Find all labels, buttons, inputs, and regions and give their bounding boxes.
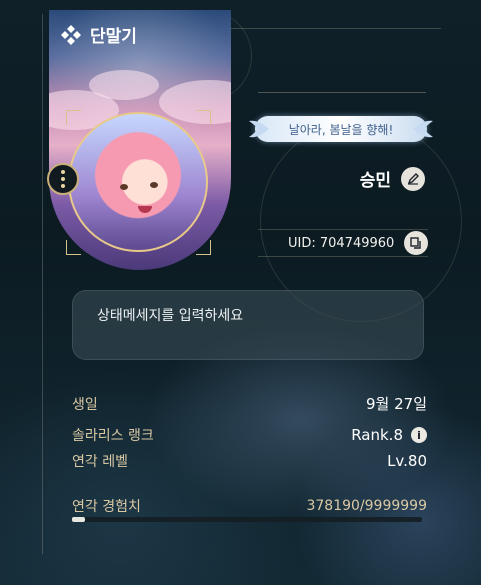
exp-label: 연각 경험치 (72, 499, 141, 515)
frame-line-divider (258, 92, 426, 93)
rank-row: 솔라리스 랭크 Rank.8 i (72, 425, 427, 445)
avatar-frame-corner (196, 240, 211, 255)
birthday-label: 생일 (72, 396, 98, 413)
info-icon: i (417, 428, 421, 442)
page-title: 단말기 (90, 27, 137, 47)
avatar[interactable] (68, 112, 208, 252)
level-row: 연각 레벨 Lv.80 (72, 451, 427, 471)
rank-value: Rank.8 (351, 426, 403, 444)
more-menu-button[interactable] (47, 163, 79, 195)
copy-icon (410, 237, 421, 249)
copy-uid-button[interactable] (404, 231, 428, 255)
level-value: Lv.80 (387, 452, 427, 470)
frame-line-top (231, 28, 441, 29)
player-name: 승민 (359, 171, 391, 191)
rank-label: 솔라리스 랭크 (72, 428, 154, 444)
status-placeholder: 상태메세지를 입력하세요 (97, 308, 244, 324)
pencil-icon (407, 172, 419, 185)
exp-progress-fill (72, 517, 86, 522)
level-label: 연각 레벨 (72, 454, 128, 470)
title-banner[interactable]: 날아라, 봄날을 향해! (249, 116, 433, 142)
cloud-decoration (159, 80, 231, 124)
banner-text: 날아라, 봄날을 향해! (288, 122, 394, 137)
birthday-row: 생일 9월 27일 (72, 393, 427, 414)
avatar-eye (150, 182, 158, 188)
edit-name-button[interactable] (401, 166, 425, 191)
name-row: 승민 (360, 166, 425, 191)
vertical-dots-icon (61, 170, 65, 188)
exp-row: 연각 경험치 378190/9999999 (72, 496, 427, 516)
cloud-decoration (89, 70, 159, 100)
avatar-frame-corner (196, 110, 211, 125)
wing-icon (249, 118, 269, 140)
exp-value: 378190/9999999 (306, 498, 427, 514)
status-message-input[interactable]: 상태메세지를 입력하세요 (72, 290, 424, 360)
exp-progress-bar (72, 517, 422, 522)
birthday-value: 9월 27일 (366, 395, 427, 413)
avatar-frame-corner (66, 110, 81, 125)
header: 단말기 (60, 22, 137, 47)
frame-line-left (42, 14, 43, 554)
avatar-frame-corner (66, 240, 81, 255)
avatar-mouth (138, 206, 152, 213)
uid-text: UID: 704749960 (288, 235, 395, 251)
wing-icon (413, 118, 433, 140)
rank-info-button[interactable]: i (411, 427, 427, 443)
diamond-cluster-icon (60, 24, 82, 46)
uid-row: UID: 704749960 (258, 229, 428, 257)
avatar-eye (120, 184, 128, 190)
rank-value-wrap: Rank.8 i (351, 426, 427, 444)
